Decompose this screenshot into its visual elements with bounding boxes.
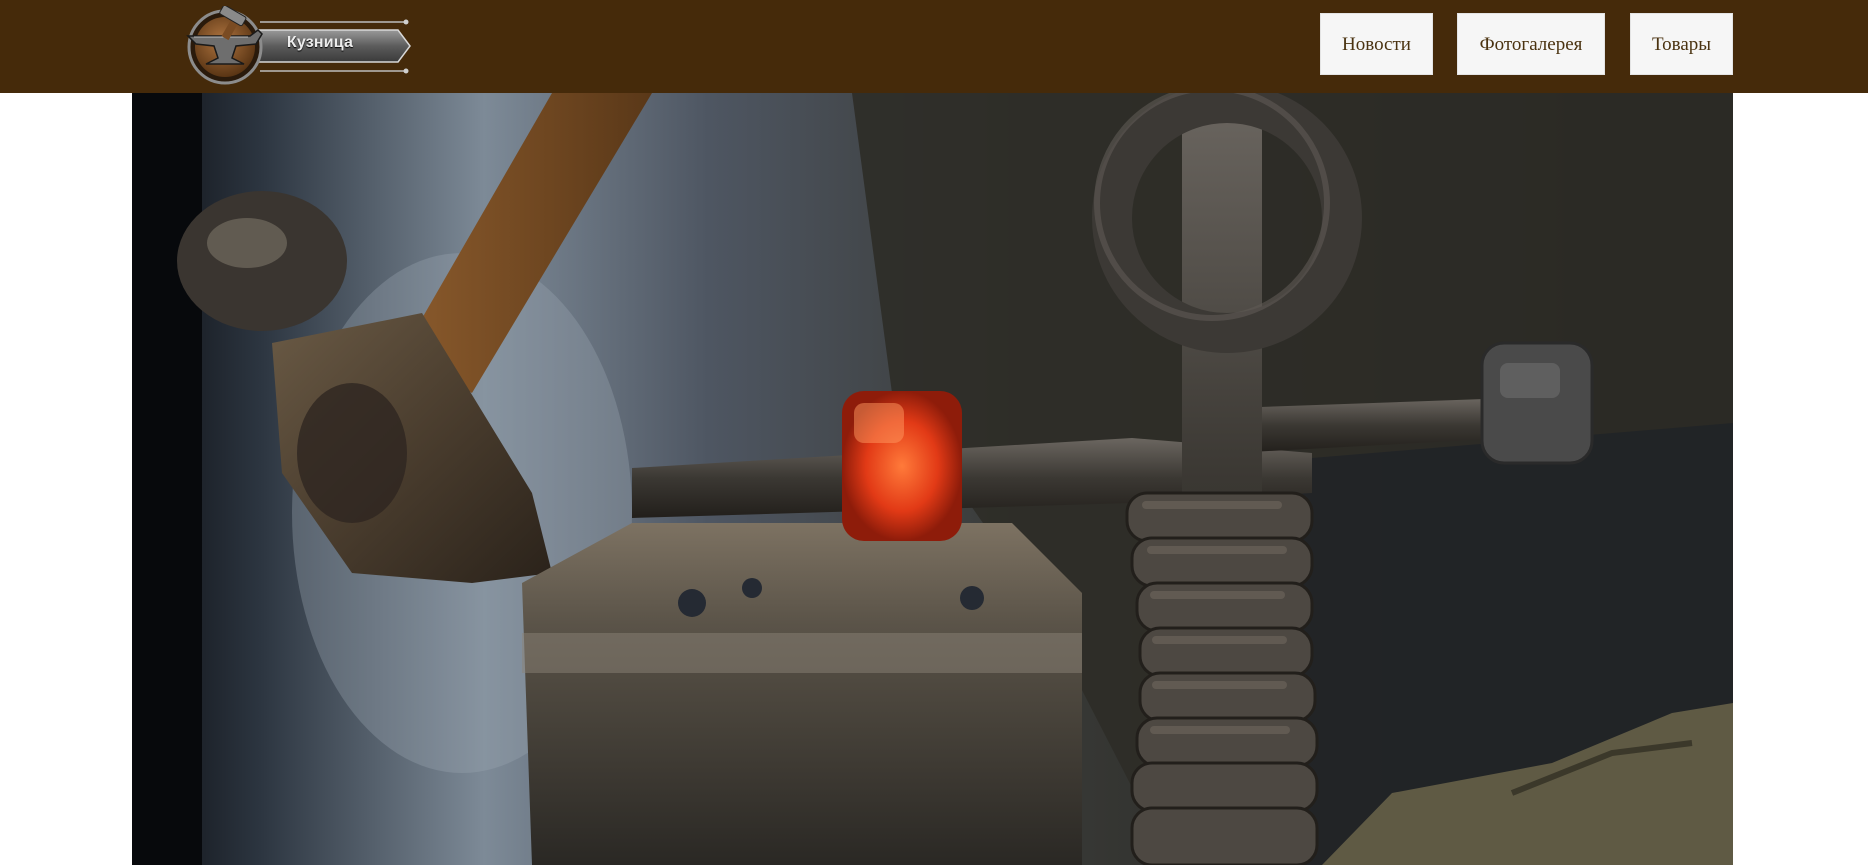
site-logo[interactable]: Кузница: [170, 6, 415, 88]
hero-image: [132, 93, 1733, 865]
anvil-emblem-icon: [186, 6, 411, 85]
nav-gallery-button[interactable]: Фотогалерея: [1457, 13, 1605, 75]
nav-goods-button[interactable]: Товары: [1630, 13, 1733, 75]
site-header: Кузница Новости Фотогалерея Товары: [0, 0, 1868, 93]
forging-photo: [132, 93, 1733, 865]
nav-news-button[interactable]: Новости: [1320, 13, 1433, 75]
